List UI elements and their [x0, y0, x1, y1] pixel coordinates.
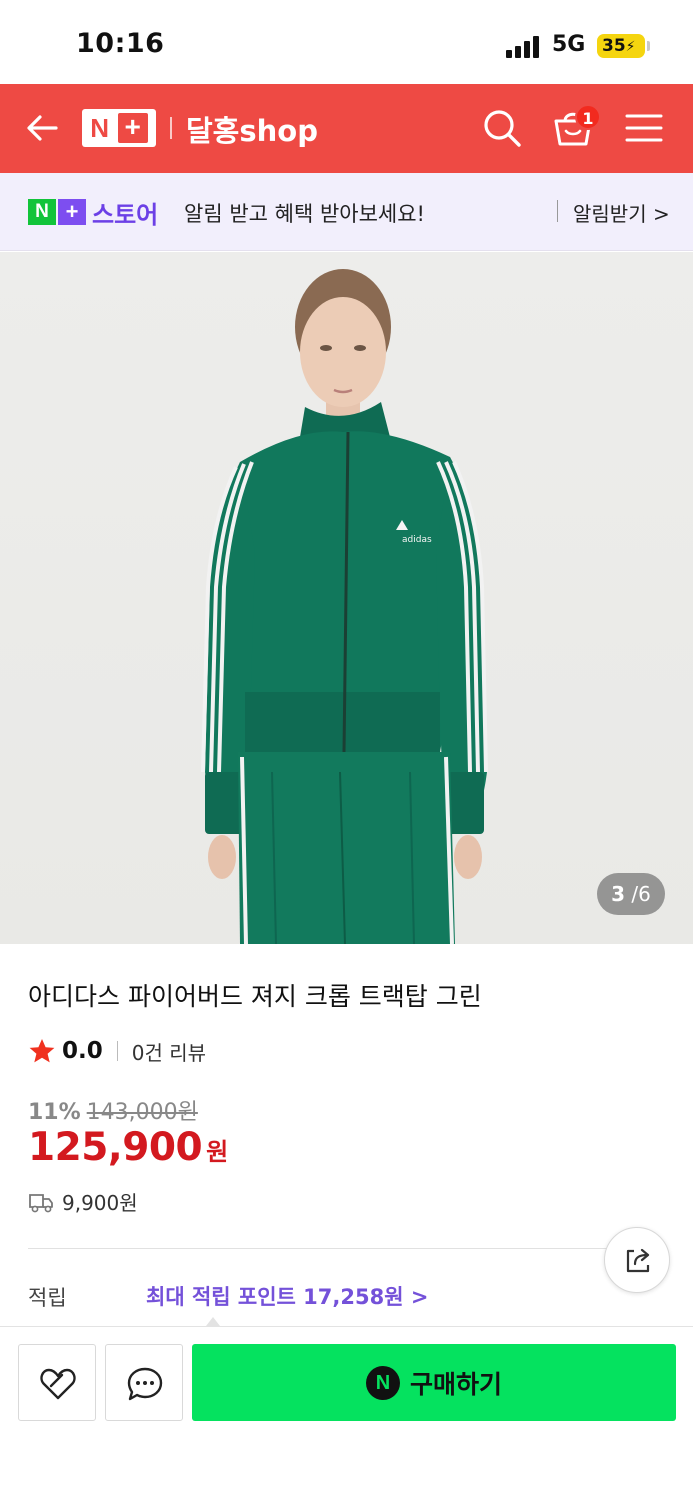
naver-plus-logo[interactable]: N +: [82, 109, 156, 147]
shipping-row: 9,900원: [28, 1187, 138, 1216]
truck-icon: [29, 1193, 53, 1212]
product-title: 아디다스 파이어버드 져지 크롭 트랙탑 그린: [28, 982, 482, 1011]
store-logo-n: N: [28, 199, 56, 225]
image-current: 3: [611, 882, 626, 906]
price-unit: 원: [206, 1138, 229, 1166]
logo-n: N: [90, 112, 110, 143]
rating-score: 0.0: [62, 1038, 103, 1064]
notice-divider: [557, 200, 558, 222]
image-total: 6: [638, 882, 651, 906]
buy-button-label: 구매하기: [409, 1369, 502, 1399]
network-label: 5G: [552, 32, 586, 57]
discount-rate: 11%: [28, 1100, 81, 1125]
product-image[interactable]: adidas: [0, 252, 693, 944]
rating-row[interactable]: 0.0 0건 리뷰: [28, 1036, 206, 1066]
subscribe-alert-button[interactable]: 알림받기 >: [573, 198, 670, 227]
status-bar: 10:16 5G 35⚡: [0, 0, 693, 84]
search-icon[interactable]: [480, 106, 524, 150]
battery-icon: 35⚡: [597, 34, 645, 58]
notice-message: 알림 받고 혜택 받아보세요!: [184, 202, 425, 226]
share-icon: [626, 1248, 650, 1273]
original-price: 143,000원: [86, 1100, 198, 1125]
wishlist-button[interactable]: [18, 1344, 96, 1421]
star-icon: [29, 1039, 55, 1063]
rating-divider: [116, 1041, 118, 1061]
points-tooltip-tip: [206, 1317, 220, 1326]
section-divider: [28, 1248, 608, 1249]
review-count[interactable]: 0건 리뷰: [132, 1037, 206, 1066]
max-points-link[interactable]: 최대 적립 포인트 17,258원 >: [146, 1281, 428, 1311]
product-photo: adidas: [201, 269, 488, 944]
store-logo-text: 스토어: [92, 200, 159, 229]
cart-count-badge: 1: [575, 104, 601, 130]
status-time: 10:16: [76, 28, 165, 59]
battery-cap: [647, 41, 650, 51]
naver-pay-n-icon: N: [365, 1365, 400, 1400]
heart-icon: [40, 1368, 76, 1400]
sale-price: 125,900: [28, 1125, 203, 1170]
menu-icon[interactable]: [624, 110, 664, 146]
battery-level: 35: [602, 36, 626, 56]
chat-button[interactable]: [105, 1344, 183, 1421]
shop-name[interactable]: 달홍shop: [186, 108, 318, 150]
discount-row: 11% 143,000원: [28, 1094, 198, 1126]
signal-icon: [506, 36, 539, 58]
image-counter: 3 /6: [597, 873, 665, 915]
chat-icon: [127, 1367, 163, 1401]
points-label: 적립: [28, 1286, 67, 1310]
svg-text:adidas: adidas: [402, 535, 432, 545]
logo-plus: +: [117, 113, 148, 143]
back-arrow-icon[interactable]: [22, 108, 62, 148]
buy-button[interactable]: N 구매하기: [192, 1344, 676, 1421]
price-row: 125,900 원: [28, 1125, 228, 1170]
naver-plus-store-logo: N + 스토어: [28, 198, 158, 229]
share-button[interactable]: [604, 1227, 670, 1293]
shipping-fee: 9,900원: [62, 1191, 138, 1215]
header-divider: [170, 117, 172, 139]
store-logo-plus: +: [58, 199, 86, 225]
